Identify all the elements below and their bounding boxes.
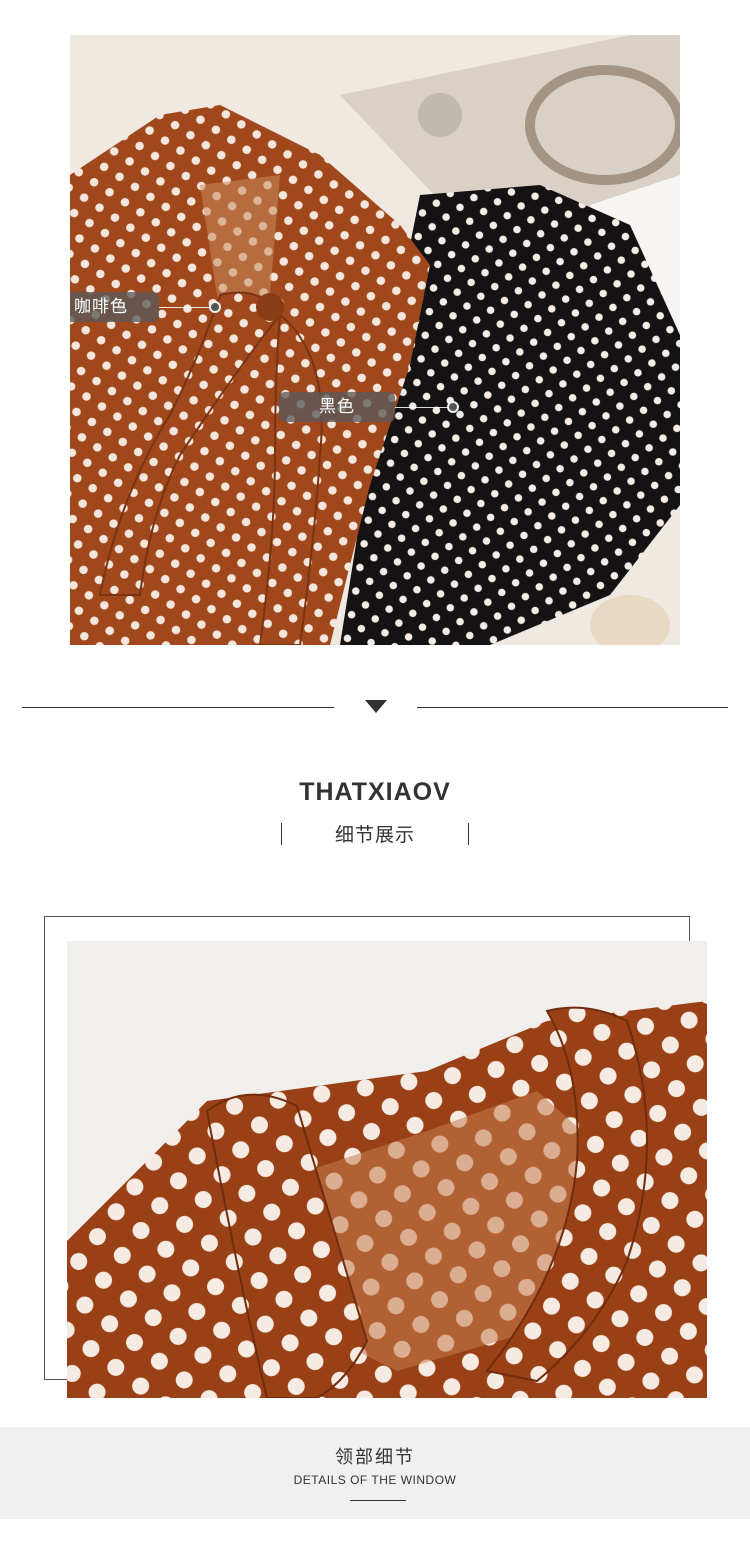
caption-subtitle: DETAILS OF THE WINDOW <box>293 1473 457 1487</box>
caption-title: 领部细节 <box>335 1447 415 1468</box>
divider-line-right <box>417 707 728 708</box>
color-tag-black-connector <box>395 407 447 408</box>
caption-underline <box>350 1500 406 1501</box>
brand-title: THATXIAOV <box>299 778 451 806</box>
polka-dot-blouses-illustration <box>70 35 680 645</box>
color-tag-brown: 咖啡色 <box>70 292 159 322</box>
divider-line-left <box>22 707 334 708</box>
color-tag-black-label: 黑色 <box>319 397 355 417</box>
color-tag-black-marker <box>447 401 459 413</box>
color-tag-brown-label: 咖啡色 <box>74 297 128 317</box>
chevron-down-icon <box>365 700 387 713</box>
color-tag-brown-connector <box>159 307 211 308</box>
section-subtitle: 细节展示 <box>334 824 415 846</box>
color-tag-black: 黑色 <box>279 392 395 422</box>
product-photo-colors: 咖啡色 黑色 <box>70 35 680 645</box>
color-tag-brown-marker <box>209 301 221 313</box>
collar-detail-photo <box>67 941 707 1398</box>
subtitle-bar-right <box>468 823 469 845</box>
caption-bar: 领部细节 DETAILS OF THE WINDOW <box>0 1427 750 1519</box>
collar-closeup-illustration <box>67 941 707 1398</box>
